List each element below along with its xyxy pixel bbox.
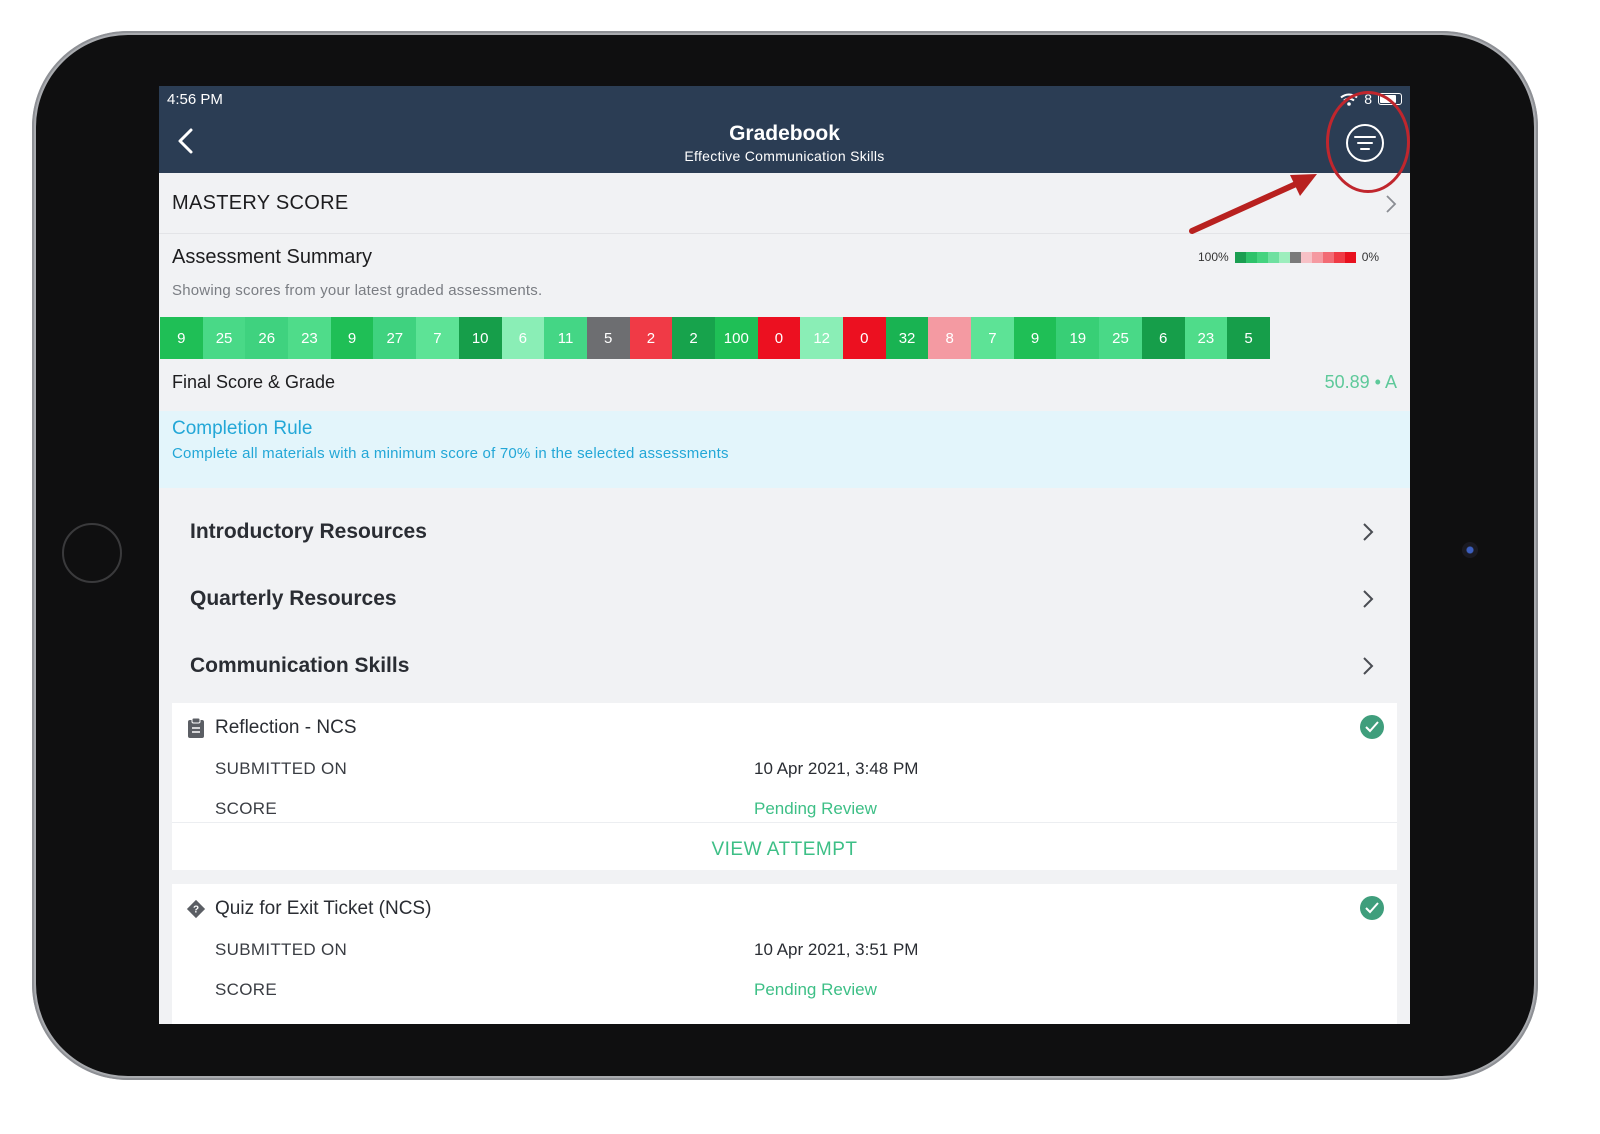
assessment-title: Reflection - NCS (215, 717, 357, 738)
home-button (62, 523, 122, 583)
score-cell[interactable]: 25 (202, 317, 246, 359)
completion-rule-title: Completion Rule (172, 418, 313, 439)
page-subtitle: Effective Communication Skills (684, 148, 885, 164)
page-title: Gradebook (729, 122, 840, 145)
legend-swatch (1311, 251, 1323, 263)
assessment-title: Quiz for Exit Ticket (NCS) (215, 898, 432, 919)
score-cell[interactable]: 0 (843, 317, 886, 359)
score-label: SCORE (215, 980, 277, 999)
score-cell[interactable]: 9 (1013, 317, 1057, 359)
score-value: Pending Review (754, 799, 877, 818)
score-label: SCORE (215, 799, 277, 818)
legend-swatch (1245, 251, 1257, 263)
submitted-on-value: 10 Apr 2021, 3:48 PM (754, 759, 919, 778)
assessment-summary-description: Showing scores from your latest graded a… (172, 282, 543, 299)
legend-swatch (1267, 251, 1279, 263)
chevron-right-icon (1363, 523, 1374, 541)
clipboard-icon (188, 717, 204, 738)
chevron-right-icon (1363, 590, 1374, 608)
score-cell[interactable]: 2 (672, 317, 715, 359)
score-value: Pending Review (754, 980, 877, 999)
submitted-on-label: SUBMITTED ON (215, 759, 348, 778)
card-divider (172, 822, 1397, 823)
section-introductory-resources[interactable]: Introductory Resources (190, 514, 1374, 554)
score-cell[interactable]: 9 (330, 317, 374, 359)
submitted-on-value: 10 Apr 2021, 3:51 PM (754, 940, 919, 959)
legend-swatch (1278, 251, 1290, 263)
legend-low-label: 0% (1361, 250, 1380, 264)
annotation-arrow (1189, 174, 1317, 234)
assessment-card: Reflection - NCS SUBMITTED ON 10 Apr 202… (172, 703, 1397, 870)
final-score-value: 50.89 • A (1324, 372, 1397, 392)
submitted-on-label: SUBMITTED ON (215, 940, 348, 959)
score-cell[interactable]: 8 (928, 317, 972, 359)
legend-swatch (1333, 251, 1345, 263)
score-cell[interactable]: 9 (160, 317, 203, 359)
chevron-right-icon (1386, 195, 1397, 213)
score-cell[interactable]: 10 (458, 317, 502, 359)
nav-bar: 4:56 PM 8 Gradebook Effective Communicat… (159, 86, 1410, 173)
final-score-label: Final Score & Grade (172, 372, 336, 392)
view-attempt-button[interactable]: VIEW ATTEMPT (172, 839, 1397, 861)
score-cell[interactable]: 12 (800, 317, 843, 359)
score-cell[interactable]: 0 (757, 317, 801, 359)
score-cell[interactable]: 19 (1056, 317, 1100, 359)
score-cell[interactable]: 5 (1227, 317, 1270, 359)
score-cell[interactable]: 25 (1099, 317, 1142, 359)
legend-swatch (1344, 251, 1356, 263)
score-legend: 100% 0% (1198, 250, 1379, 264)
legend-swatch (1300, 251, 1312, 263)
completed-check-icon (1360, 715, 1384, 739)
legend-swatch (1289, 251, 1301, 263)
legend-swatch (1256, 251, 1268, 263)
mastery-score-label: MASTERY SCORE (172, 192, 349, 214)
score-cell[interactable]: 2 (629, 317, 673, 359)
quiz-diamond-icon: ? (186, 899, 206, 919)
score-cell[interactable]: 6 (1141, 317, 1185, 359)
score-cell[interactable]: 6 (501, 317, 545, 359)
section-label: Introductory Resources (190, 520, 427, 543)
legend-swatch (1322, 251, 1334, 263)
legend-color-scale (1234, 251, 1356, 263)
score-cell[interactable]: 7 (416, 317, 459, 359)
section-quarterly-resources[interactable]: Quarterly Resources (190, 581, 1374, 621)
score-cell[interactable]: 7 (971, 317, 1014, 359)
score-cell[interactable]: 26 (245, 317, 289, 359)
section-communication-skills[interactable]: Communication Skills (190, 648, 1374, 688)
score-cell[interactable]: 11 (544, 317, 587, 359)
score-strip: 9 25 26 23 9 27 7 10 6 11 5 2 2 100 0 12 0 32 8 7 9 19 25 6 23 5 (160, 317, 1270, 359)
svg-text:?: ? (193, 905, 199, 916)
completion-rule-text: Complete all materials with a minimum sc… (172, 445, 729, 462)
score-cell[interactable]: 5 (586, 317, 630, 359)
section-label: Quarterly Resources (190, 587, 397, 610)
score-cell[interactable]: 27 (373, 317, 417, 359)
score-cell[interactable]: 23 (1184, 317, 1228, 359)
section-label: Communication Skills (190, 654, 410, 677)
status-time: 4:56 PM (167, 91, 223, 108)
assessment-card: ? Quiz for Exit Ticket (NCS) SUBMITTED O… (172, 884, 1397, 1024)
annotation-circle (1326, 91, 1410, 193)
assessment-summary-title: Assessment Summary (172, 246, 373, 268)
chevron-right-icon (1363, 657, 1374, 675)
score-cell[interactable]: 32 (885, 317, 929, 359)
completed-check-icon (1360, 896, 1384, 920)
score-cell[interactable]: 23 (288, 317, 331, 359)
legend-swatch (1234, 251, 1246, 263)
score-cell[interactable]: 100 (714, 317, 758, 359)
legend-high-label: 100% (1198, 250, 1229, 264)
camera-icon (1462, 542, 1478, 558)
